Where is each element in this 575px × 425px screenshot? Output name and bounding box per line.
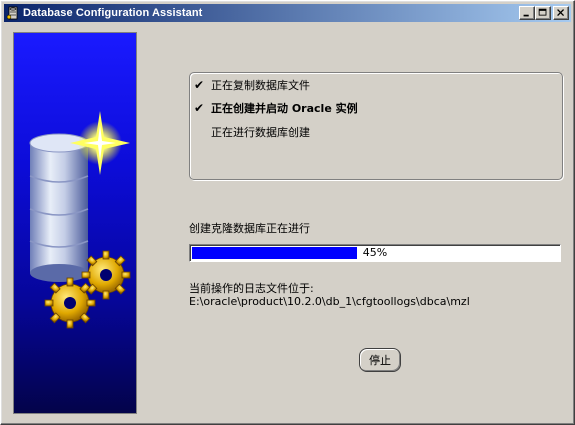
database-gears-illustration xyxy=(29,111,131,329)
progress-steps-panel: ✔ 正在复制数据库文件 ✔ 正在创建并启动 Oracle 实例 正在进行数据库创… xyxy=(189,72,563,180)
step-label: 正在复制数据库文件 xyxy=(211,79,310,92)
close-icon xyxy=(557,9,565,17)
step-label: 正在创建并启动 Oracle 实例 xyxy=(211,102,358,115)
log-file-label: 当前操作的日志文件位于: xyxy=(189,282,314,295)
step-copy-files: ✔ 正在复制数据库文件 xyxy=(194,77,310,93)
database-icon xyxy=(29,133,89,282)
window-title: Database Configuration Assistant xyxy=(23,7,203,19)
step-create-instance: ✔ 正在创建并启动 Oracle 实例 xyxy=(194,100,358,116)
dbca-app-icon xyxy=(6,6,18,20)
gear-icon xyxy=(81,250,131,300)
close-button[interactable] xyxy=(553,6,569,20)
progress-bar: 45% xyxy=(189,244,561,262)
progress-percent: 45% xyxy=(362,246,388,259)
maximize-icon xyxy=(538,8,547,16)
minimize-button[interactable] xyxy=(519,6,535,20)
log-file-path: E:\oracle\product\10.2.0\db_1\cfgtoollog… xyxy=(189,295,470,308)
stop-button[interactable]: 停止 xyxy=(359,348,401,372)
title-bar-buttons xyxy=(519,6,569,20)
maximize-button[interactable] xyxy=(535,6,551,20)
checkmark-icon: ✔ xyxy=(194,78,205,92)
title-bar[interactable]: Database Configuration Assistant xyxy=(4,4,571,22)
checkmark-icon: ✔ xyxy=(194,101,205,115)
step-database-creation: 正在进行数据库创建 xyxy=(194,124,310,140)
progress-caption: 创建克隆数据库正在进行 xyxy=(189,222,310,235)
wizard-banner-image xyxy=(13,32,137,414)
minimize-icon xyxy=(523,14,529,17)
dbca-window: Database Configuration Assistant ✔ 正在复制数… xyxy=(0,0,575,425)
gear-icon xyxy=(44,277,96,329)
step-label: 正在进行数据库创建 xyxy=(211,126,310,139)
